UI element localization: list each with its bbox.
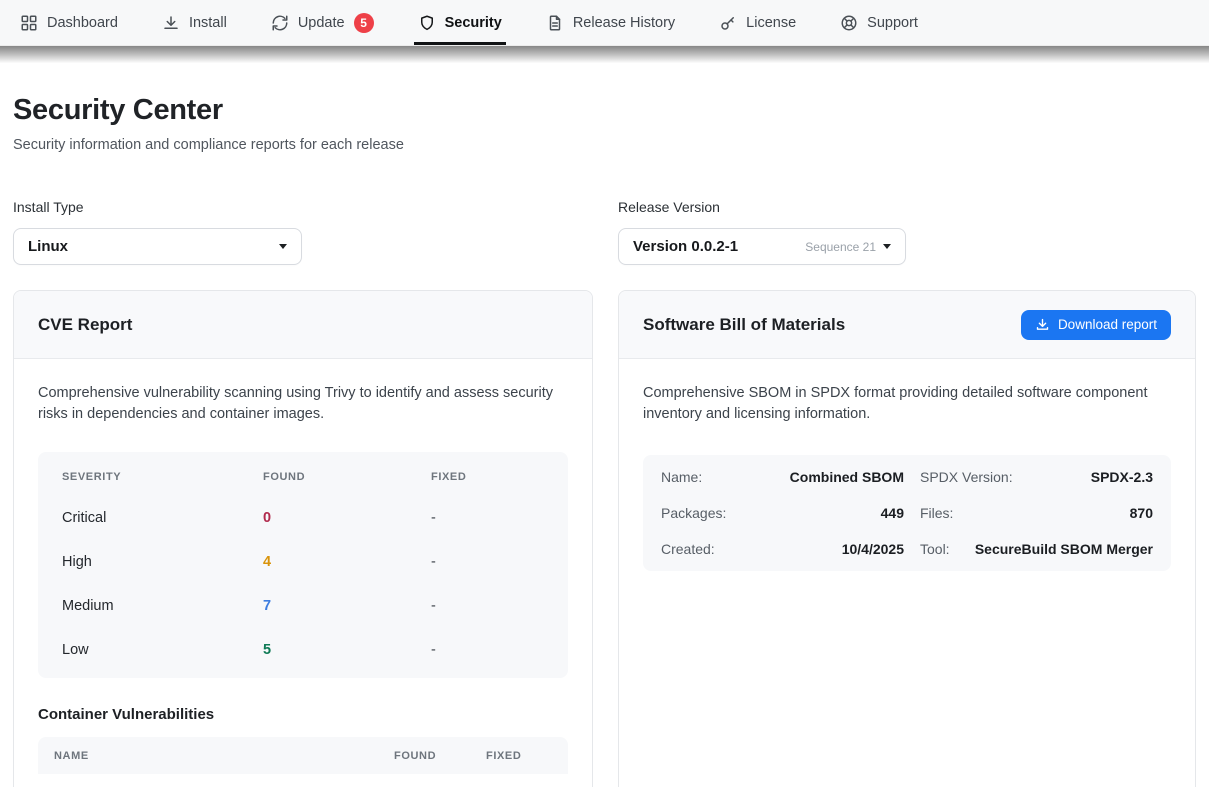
col-name: NAME [54,750,394,762]
nav-label: Release History [573,15,675,31]
release-version-label: Release Version [618,199,1196,215]
release-sequence-label: Sequence 21 [805,240,876,254]
key-icon [719,14,737,32]
grid-icon [20,14,38,32]
download-icon [1035,317,1050,332]
detail-value: 449 [881,505,904,521]
fixed-count: - [431,510,544,526]
install-type-filter: Install Type Linux [13,199,593,265]
sbom-card: Software Bill of Materials Download repo… [618,290,1196,787]
release-version-value: Version 0.0.2-1 [633,238,805,255]
detail-label: Files: [920,505,953,521]
sbom-detail-row: Packages: 449 Files: 870 [661,495,1153,531]
sbom-detail-row: Created: 10/4/2025 Tool: SecureBuild SBO… [661,531,1153,567]
sbom-description: Comprehensive SBOM in SPDX format provid… [643,383,1171,425]
download-report-button[interactable]: Download report [1021,310,1171,340]
fixed-count: - [431,598,544,614]
found-count: 4 [263,554,431,570]
detail-value: SPDX-2.3 [1091,469,1153,485]
nav-label: Update [298,15,345,31]
install-type-label: Install Type [13,199,593,215]
top-navigation: Dashboard Install Update 5 Security Rele… [0,0,1209,46]
nav-item-license[interactable]: License [717,0,798,45]
severity-table-header: SEVERITY FOUND FIXED [38,458,568,496]
sbom-title: Software Bill of Materials [643,315,845,335]
col-found: FOUND [263,471,431,483]
install-type-select[interactable]: Linux [13,228,302,265]
container-vulnerabilities-header: NAME FOUND FIXED [38,737,568,774]
download-report-label: Download report [1058,317,1157,332]
detail-label: Name: [661,469,702,485]
detail-label: SPDX Version: [920,469,1013,485]
sbom-header: Software Bill of Materials Download repo… [619,291,1195,359]
file-text-icon [546,14,564,32]
chevron-down-icon [883,244,891,249]
col-found: FOUND [394,750,486,762]
table-row-high: High 4 - [38,540,568,584]
page-subtitle: Security information and compliance repo… [13,137,1196,153]
download-icon [162,14,180,32]
severity-label: Medium [62,598,263,614]
severity-label: High [62,554,263,570]
fixed-count: - [431,642,544,658]
fixed-count: - [431,554,544,570]
nav-label: License [746,15,796,31]
found-count: 7 [263,598,431,614]
detail-value: 10/4/2025 [842,541,904,557]
nav-item-install[interactable]: Install [160,0,229,45]
scroll-shadow [0,46,1209,63]
detail-value: 870 [1130,505,1153,521]
shield-icon [418,14,436,32]
col-fixed: FIXED [486,750,552,762]
lifebuoy-icon [840,14,858,32]
chevron-down-icon [279,244,287,249]
nav-label: Dashboard [47,15,118,31]
cve-report-description: Comprehensive vulnerability scanning usi… [38,383,568,425]
sbom-detail-row: Name: Combined SBOM SPDX Version: SPDX-2… [661,459,1153,495]
col-fixed: FIXED [431,471,544,483]
release-version-select[interactable]: Version 0.0.2-1 Sequence 21 [618,228,906,265]
update-count-badge: 5 [354,13,374,33]
nav-item-release-history[interactable]: Release History [544,0,677,45]
table-row-medium: Medium 7 - [38,584,568,628]
detail-value: SecureBuild SBOM Merger [975,541,1153,557]
nav-label: Security [445,15,502,31]
cve-report-title: CVE Report [38,315,132,335]
detail-label: Created: [661,541,715,557]
cve-report-card: CVE Report Comprehensive vulnerability s… [13,290,593,787]
sbom-details-panel: Name: Combined SBOM SPDX Version: SPDX-2… [643,455,1171,571]
col-severity: SEVERITY [62,471,263,483]
nav-item-support[interactable]: Support [838,0,920,45]
install-type-value: Linux [28,238,279,255]
container-vulnerabilities-title: Container Vulnerabilities [38,706,568,723]
nav-item-security[interactable]: Security [416,0,504,45]
severity-label: Critical [62,510,263,526]
detail-label: Tool: [920,541,950,557]
nav-item-dashboard[interactable]: Dashboard [18,0,120,45]
severity-label: Low [62,642,263,658]
found-count: 0 [263,510,431,526]
severity-table: SEVERITY FOUND FIXED Critical 0 - High 4… [38,452,568,678]
table-row-low: Low 5 - [38,628,568,672]
nav-item-update[interactable]: Update 5 [269,0,376,45]
table-row-critical: Critical 0 - [38,496,568,540]
page-title: Security Center [13,94,1196,127]
found-count: 5 [263,642,431,658]
refresh-icon [271,14,289,32]
release-version-filter: Release Version Version 0.0.2-1 Sequence… [618,199,1196,265]
nav-label: Support [867,15,918,31]
detail-value: Combined SBOM [790,469,904,485]
detail-label: Packages: [661,505,726,521]
cve-report-header: CVE Report [14,291,592,359]
nav-label: Install [189,15,227,31]
